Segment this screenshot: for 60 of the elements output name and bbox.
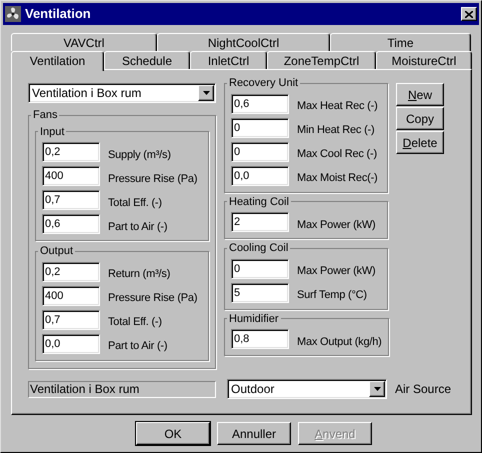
field-label: Max Power (kW) <box>297 264 376 280</box>
close-icon <box>465 10 473 18</box>
field-label: Total Eff. (-) <box>108 315 162 330</box>
field-label: Min Heat Rec (-) <box>297 123 374 138</box>
dialog-button[interactable]: OK <box>136 422 210 445</box>
field-label: Max Heat Rec (-) <box>297 99 378 114</box>
tab[interactable]: Ventilation <box>11 51 104 71</box>
number-field[interactable]: 400 <box>42 166 100 186</box>
number-field[interactable]: 400 <box>42 286 100 306</box>
number-field[interactable]: 0,6 <box>231 94 289 114</box>
dialog-button[interactable]: Annuller <box>217 422 291 445</box>
field-label: Part to Air (-) <box>108 339 168 354</box>
field-label: Max Cool Rec (-) <box>297 147 377 162</box>
number-field[interactable]: 5 <box>231 282 289 302</box>
field-label: Pressure Rise (Pa) <box>108 172 198 187</box>
group-title: Output <box>39 244 74 259</box>
tab[interactable]: ZoneTempCtrl <box>267 51 376 69</box>
number-field[interactable]: 0,7 <box>42 190 100 210</box>
group-title: Heating Coil <box>228 194 290 210</box>
number-field[interactable]: 0,0 <box>42 334 100 354</box>
dialog-button: Anvend <box>298 422 372 445</box>
side-button[interactable]: Copy <box>396 107 444 130</box>
number-field[interactable]: 0,2 <box>42 142 100 162</box>
field-label: Max Power (kW) <box>297 218 376 233</box>
group-title: Cooling Coil <box>228 241 290 256</box>
number-field[interactable]: 0 <box>231 142 289 162</box>
field-label: Pressure Rise (Pa) <box>108 291 198 306</box>
tab[interactable]: Time <box>330 33 471 51</box>
tab[interactable]: NightCoolCtrl <box>157 33 330 51</box>
group-title: Humidifier <box>228 312 280 326</box>
field-label: Total Eff. (-) <box>108 196 162 211</box>
field-label: Surf Temp (°C) <box>297 288 367 304</box>
name-display: Ventilation i Box rum <box>28 380 216 398</box>
field-label: Max Moist Rec(-) <box>297 171 378 186</box>
number-field[interactable]: 0,7 <box>42 310 100 330</box>
tab[interactable]: Schedule <box>104 51 190 69</box>
window-title: Ventilation <box>25 5 92 24</box>
number-field[interactable]: 0,6 <box>42 214 100 234</box>
dropdown[interactable]: Outdoor <box>227 379 387 399</box>
fan-icon <box>5 6 21 22</box>
dropdown[interactable]: Ventilation i Box rum <box>28 83 216 103</box>
number-field[interactable]: 2 <box>231 212 289 232</box>
field-label: Supply (m³/s) <box>108 148 171 163</box>
side-button[interactable]: New <box>396 83 444 106</box>
number-field[interactable]: 0,8 <box>231 329 289 349</box>
number-field[interactable]: 0 <box>231 258 289 278</box>
number-field[interactable]: 0,0 <box>231 166 289 186</box>
tab[interactable]: MoistureCtrl <box>376 51 472 69</box>
air-source-label: Air Source <box>395 381 452 398</box>
group-title: Recovery Unit <box>228 76 300 91</box>
number-field[interactable]: 0 <box>231 118 289 138</box>
field-label: Return (m³/s) <box>108 267 170 282</box>
group-title: Input <box>39 124 66 140</box>
field-label: Max Output (kg/h) <box>297 334 382 350</box>
field-label: Part to Air (-) <box>108 220 168 235</box>
group-title: Fans <box>32 108 58 123</box>
number-field[interactable]: 0,2 <box>42 262 100 282</box>
side-button[interactable]: Delete <box>396 131 444 154</box>
tab[interactable]: InletCtrl <box>190 51 267 69</box>
close-button[interactable] <box>461 7 477 21</box>
